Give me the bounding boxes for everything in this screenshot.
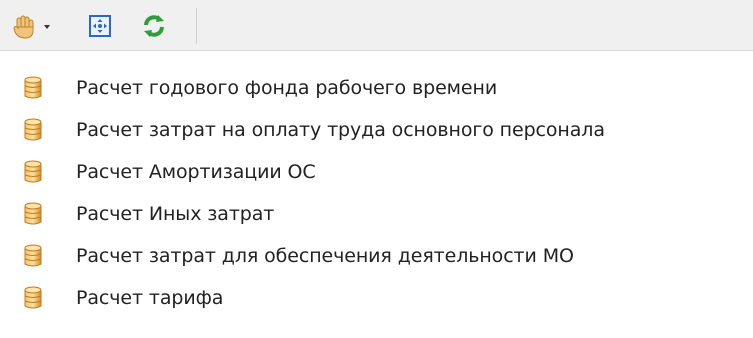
database-icon xyxy=(24,202,42,226)
refresh-button[interactable] xyxy=(140,12,168,40)
list-item[interactable]: Расчет затрат для обеспечения деятельнос… xyxy=(0,235,753,277)
list-item-label: Расчет тарифа xyxy=(76,287,224,309)
database-icon xyxy=(24,286,42,310)
toolbar-separator xyxy=(196,8,197,44)
list-item-label: Расчет затрат на оплату труда основного … xyxy=(76,119,605,141)
list-item-label: Расчет Иных затрат xyxy=(76,203,275,225)
list-item[interactable]: Расчет Амортизации ОС xyxy=(0,151,753,193)
list-item[interactable]: Расчет Иных затрат xyxy=(0,193,753,235)
list-item-label: Расчет Амортизации ОС xyxy=(76,161,316,183)
toolbar xyxy=(0,0,753,51)
list-item[interactable]: Расчет годового фонда рабочего времени xyxy=(0,67,753,109)
fit-to-window-icon xyxy=(89,15,111,37)
hand-pan-icon xyxy=(13,15,50,39)
database-icon xyxy=(24,118,42,142)
list-item-label: Расчет годового фонда рабочего времени xyxy=(76,77,498,99)
chevron-down-icon xyxy=(44,25,50,29)
list-item[interactable]: Расчет тарифа xyxy=(0,277,753,319)
database-icon xyxy=(24,244,42,268)
fit-to-window-button[interactable] xyxy=(86,12,114,40)
database-icon xyxy=(24,76,42,100)
database-icon xyxy=(24,160,42,184)
list-item-label: Расчет затрат для обеспечения деятельнос… xyxy=(76,245,574,267)
hand-pan-button[interactable] xyxy=(8,14,68,40)
list-item[interactable]: Расчет затрат на оплату труда основного … xyxy=(0,109,753,151)
refresh-icon xyxy=(144,15,164,37)
